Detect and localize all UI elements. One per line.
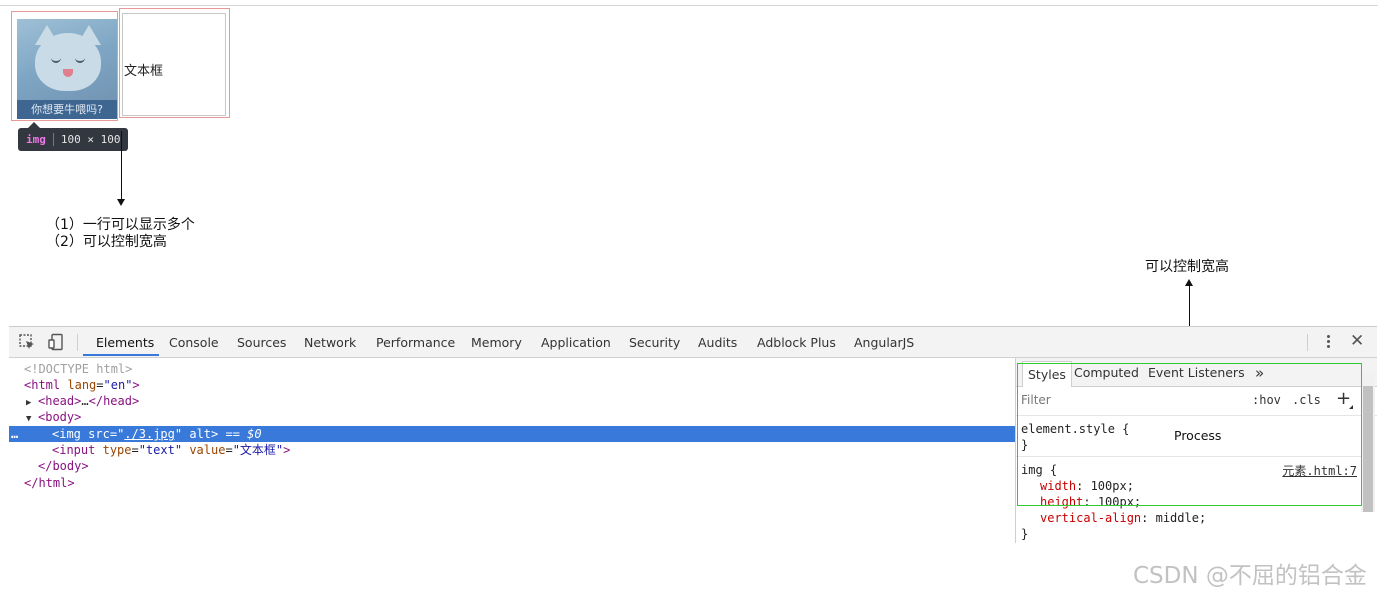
tooltip-tag: img [26,133,46,146]
image-caption: 你想要牛喂吗? [17,100,117,119]
watermark: CSDN @不屈的铝合金 [1133,563,1367,589]
active-tab-indicator [83,354,159,356]
decl-vertical-align-val: middle; [1155,511,1207,525]
styles-scrollbar[interactable] [1361,372,1375,512]
more-options-icon[interactable] [1321,333,1335,351]
input-value-attr: value [189,443,226,457]
dom-body-close[interactable]: </body> [9,458,1044,474]
html-lang-val: "en" [103,378,133,392]
tab-elements[interactable]: Elements [96,327,154,357]
text-input-value: 文本框 [124,64,164,79]
decl-vertical-align[interactable]: vertical-align: middle; [1021,510,1206,526]
tab-network[interactable]: Network [304,327,356,357]
html-lang-attr: lang [67,378,97,392]
annotation-arrow-down-head [117,199,125,206]
note-line-1: （1）一行可以显示多个 [46,217,195,233]
input-type-val: "text" [138,443,183,457]
html-tag: html [31,378,61,392]
preview-image[interactable]: 你想要牛喂吗? [17,19,117,119]
dom-html-open[interactable]: <html lang="en"> [9,377,1030,393]
devtools-toolbar: Elements Console Sources Network Perform… [9,327,1377,358]
annotation-green-box [1017,363,1362,506]
doctype-text: <!DOCTYPE html> [24,362,133,376]
toolbar-separator-right [1307,334,1308,351]
dom-head[interactable]: ▶ <head>…</head> [9,393,1032,409]
body-tag: body [45,410,75,424]
html-close-tag: html [38,476,68,490]
img-src-attr: src [88,427,110,441]
body-close-tag: body [52,459,82,473]
elements-tree: <!DOCTYPE html> <html lang="en"> ▶ <head>… [9,358,1015,543]
text-input[interactable]: 文本框 [122,13,226,116]
note-line-2: （2）可以控制宽高 [46,234,167,250]
tooltip-arrow [28,122,40,128]
row-dots-icon[interactable]: … [11,426,18,442]
img-alt-attr: alt [189,427,212,441]
scrollbar-thumb[interactable] [1363,386,1373,512]
tab-audits[interactable]: Audits [698,327,737,357]
tab-angularjs[interactable]: AngularJS [854,327,914,357]
inspect-element-icon[interactable] [18,333,36,351]
tab-security[interactable]: Security [629,327,680,357]
element-size-tooltip: img 100 × 100 [18,122,129,151]
tab-console[interactable]: Console [169,327,219,357]
tab-performance[interactable]: Performance [376,327,455,357]
tab-application[interactable]: Application [541,327,611,357]
dom-input[interactable]: <input type="text" value="文本框"> [9,442,1058,458]
dom-img-selected[interactable]: … <img src="./3.jpg" alt> == $0 [9,426,1015,442]
tooltip-size: 100 × 100 [60,133,121,146]
collapse-triangle-icon[interactable]: ▼ [26,411,38,427]
input-value-val: "文本框" [232,443,284,457]
dom-body-open[interactable]: ▼ <body> [9,409,1032,425]
dom-html-close[interactable]: </html> [9,475,1030,491]
top-border [0,5,1378,6]
head-tag: head [45,394,75,408]
img-rule-close: } [1021,527,1029,541]
device-toggle-icon[interactable] [47,333,65,351]
tooltip-separator [52,133,54,146]
tab-memory[interactable]: Memory [471,327,522,357]
img-src-link[interactable]: ./3.jpg [124,427,175,441]
tab-sources[interactable]: Sources [237,327,286,357]
head-close-tag: head [103,394,132,408]
input-tag: input [59,443,96,457]
selected-marker: == $0 [225,427,262,441]
tab-adblock-plus[interactable]: Adblock Plus [757,327,836,357]
annotation-arrow-down [121,131,122,199]
toolbar-separator [77,334,78,351]
dom-doctype[interactable]: <!DOCTYPE html> [9,361,1030,377]
cat-face [35,33,101,91]
img-tag: img [59,427,81,441]
decl-vertical-align-prop: vertical-align [1040,511,1142,525]
note-right-label: 可以控制宽高 [1145,259,1229,275]
close-icon[interactable]: ✕ [1350,331,1364,351]
head-ellipsis: … [81,394,89,408]
input-type-attr: type [102,443,132,457]
